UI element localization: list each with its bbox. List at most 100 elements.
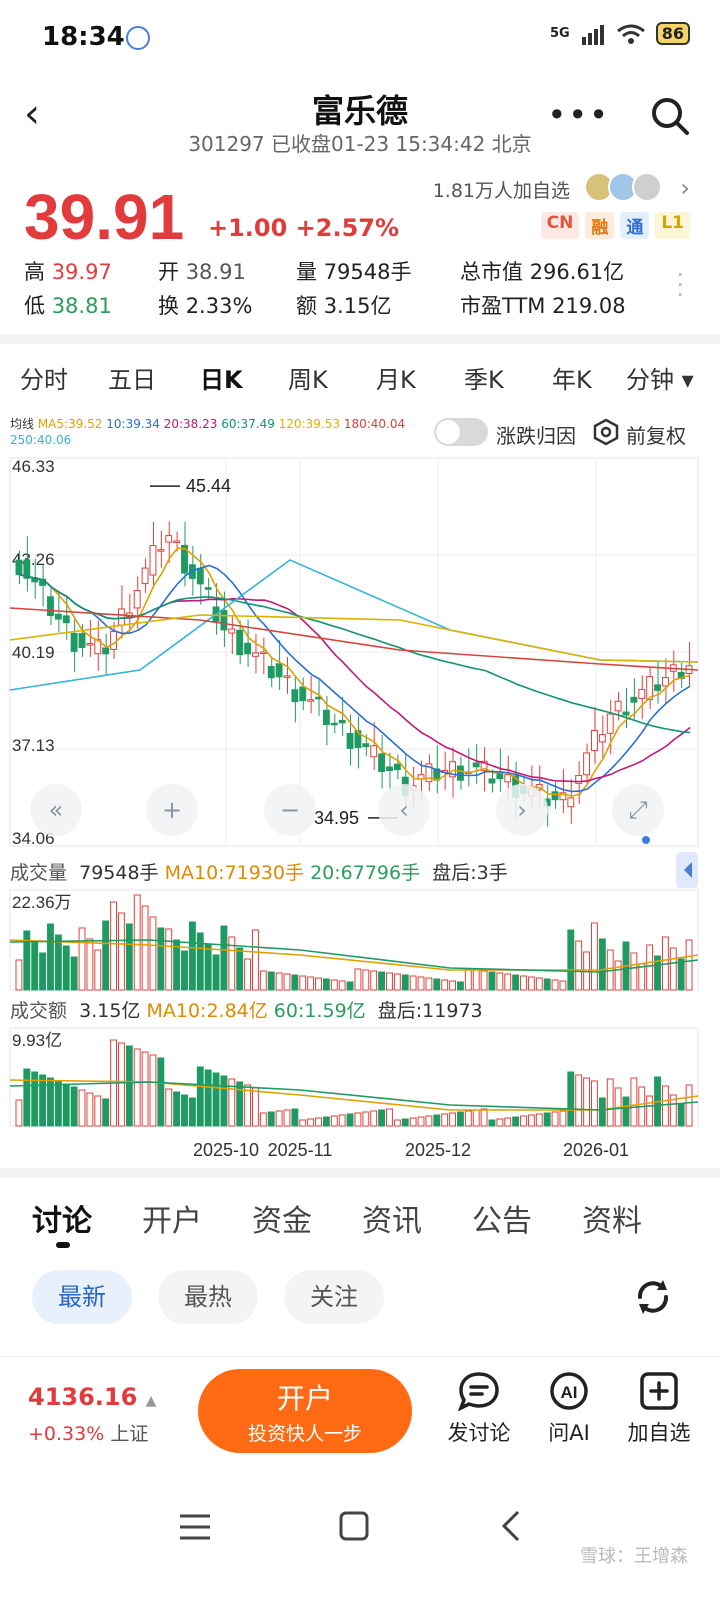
volume-bar	[409, 975, 417, 991]
volume-bar	[110, 901, 117, 991]
candle-body	[70, 632, 78, 652]
volume-bar	[236, 947, 244, 991]
candle-body	[322, 709, 330, 726]
chevron-right-icon[interactable]: ›	[680, 174, 690, 202]
filter-latest[interactable]: 最新	[32, 1270, 132, 1324]
tab-announcements[interactable]: 公告	[472, 1196, 532, 1240]
home-icon[interactable]	[338, 1510, 370, 1542]
amount-bar	[346, 1113, 354, 1127]
tab-weekly[interactable]: 周K	[288, 360, 328, 395]
volume-bar	[94, 949, 102, 991]
volume-bar	[141, 905, 149, 991]
amount-bar	[86, 1092, 94, 1127]
tab-intraday[interactable]: 分时	[20, 360, 68, 395]
amount-bar	[15, 1099, 23, 1127]
attribution-toggle[interactable]	[434, 418, 488, 446]
zoom-in-icon[interactable]: +	[146, 784, 198, 836]
candle-body	[173, 540, 181, 544]
fullscreen-icon-glyph: ⤢	[628, 796, 647, 824]
tab-funds[interactable]: 资金	[252, 1196, 312, 1240]
volume-bar	[315, 977, 322, 991]
candle-body	[614, 700, 622, 712]
tab-minute[interactable]: 分钟 ▾	[626, 360, 694, 395]
tab-yearly[interactable]: 年K	[552, 360, 592, 395]
volume-bar	[165, 928, 173, 991]
prev-icon-glyph: ‹	[399, 796, 409, 824]
candle-body	[204, 587, 212, 590]
open-account-button[interactable]: 开户 投资快人一步	[198, 1369, 412, 1453]
amount-bar	[378, 1109, 386, 1127]
candle-body	[283, 675, 291, 678]
recents-icon[interactable]	[178, 1512, 212, 1542]
amount-bar	[117, 1042, 125, 1127]
more-icon[interactable]: •••	[547, 96, 610, 134]
next-icon[interactable]: ›	[496, 784, 548, 836]
tab-daily[interactable]: 日K	[200, 360, 243, 395]
volume-bar	[464, 968, 472, 991]
search-icon[interactable]	[650, 96, 690, 136]
filter-following[interactable]: 关注	[284, 1270, 384, 1324]
amount-bar	[322, 1116, 330, 1127]
candle-body	[307, 699, 315, 702]
tab-monthly[interactable]: 月K	[376, 360, 416, 395]
index-value[interactable]: 4136.16 ▲	[28, 1383, 156, 1411]
plus-square-icon	[640, 1372, 678, 1410]
zoom-out-icon[interactable]: −	[264, 784, 316, 836]
amount-bar	[125, 1045, 133, 1127]
volume-bar	[386, 972, 393, 991]
amount-bar	[62, 1083, 70, 1127]
candle-body	[133, 590, 141, 609]
back-nav-icon[interactable]	[498, 1508, 524, 1544]
refresh-icon[interactable]	[632, 1276, 674, 1318]
tab-discussion[interactable]: 讨论	[32, 1196, 92, 1240]
amount-bar	[512, 1116, 520, 1127]
tag-l1: L1	[655, 212, 690, 239]
expand-dots-icon[interactable]: · · ·	[676, 263, 684, 307]
adjust-icon[interactable]	[592, 418, 620, 446]
scroll-left-icon[interactable]: «	[30, 784, 82, 836]
candle-body	[228, 628, 236, 634]
post-discussion-button[interactable]: 发讨论	[434, 1371, 524, 1447]
tab-profile[interactable]: 资料	[582, 1196, 642, 1240]
tab-5day[interactable]: 五日	[108, 360, 156, 395]
app-notification-icon	[126, 26, 150, 50]
volume-bar	[488, 971, 496, 991]
network-label: 5G	[550, 26, 570, 41]
stat-open: 开 38.91	[158, 260, 246, 284]
amount-bar	[165, 1088, 173, 1127]
volume-bar	[330, 979, 338, 991]
amount-bar	[606, 1078, 614, 1127]
amount-bar	[188, 1097, 196, 1127]
volume-bar	[196, 932, 204, 991]
tab-news[interactable]: 资讯	[362, 1196, 422, 1240]
ma-legend-item: 120:39.53	[278, 417, 344, 431]
volume-bar	[157, 927, 165, 991]
amount-bar	[299, 1119, 307, 1127]
adjust-label[interactable]: 前复权	[626, 420, 686, 449]
follower-avatars[interactable]	[584, 172, 662, 202]
volume-bar	[393, 973, 401, 991]
volume-bar	[543, 978, 551, 991]
volume-bar	[401, 974, 409, 991]
triangle-up-icon: ▲	[145, 1393, 157, 1409]
tab-open-account[interactable]: 开户	[142, 1196, 202, 1240]
filter-hot[interactable]: 最热	[158, 1270, 258, 1324]
volume-bar	[78, 927, 86, 991]
stat-amount: 额 3.15亿	[296, 294, 392, 318]
attribution-label: 涨跌归因	[496, 424, 576, 448]
fullscreen-icon[interactable]: ⤢	[612, 784, 664, 836]
header: ‹ 富乐德 301297 已收盘01-23 15:34:42 北京 •••	[0, 80, 720, 160]
amount-bar	[622, 1096, 630, 1127]
discussion-tabs: 讨论 开户 资金 资讯 公告 资料	[0, 1190, 720, 1250]
status-bar: 18:34 5G 86	[0, 0, 720, 72]
volume-bar	[630, 952, 638, 991]
amount-bar	[354, 1112, 362, 1127]
ask-ai-button[interactable]: AI 问AI	[524, 1371, 614, 1447]
followers-count[interactable]: 1.81万人加自选	[433, 176, 570, 203]
amount-bar	[583, 1077, 591, 1127]
tab-quarterly[interactable]: 季K	[464, 360, 504, 395]
prev-icon[interactable]: ‹	[378, 784, 430, 836]
price-change: +1.00 +2.57%	[208, 214, 400, 242]
add-watchlist-button[interactable]: 加自选	[614, 1371, 704, 1447]
kline-chart[interactable]: 46.3343.2640.1937.1334.0645.4434.95« + − ‹ ›…	[0, 450, 720, 1170]
